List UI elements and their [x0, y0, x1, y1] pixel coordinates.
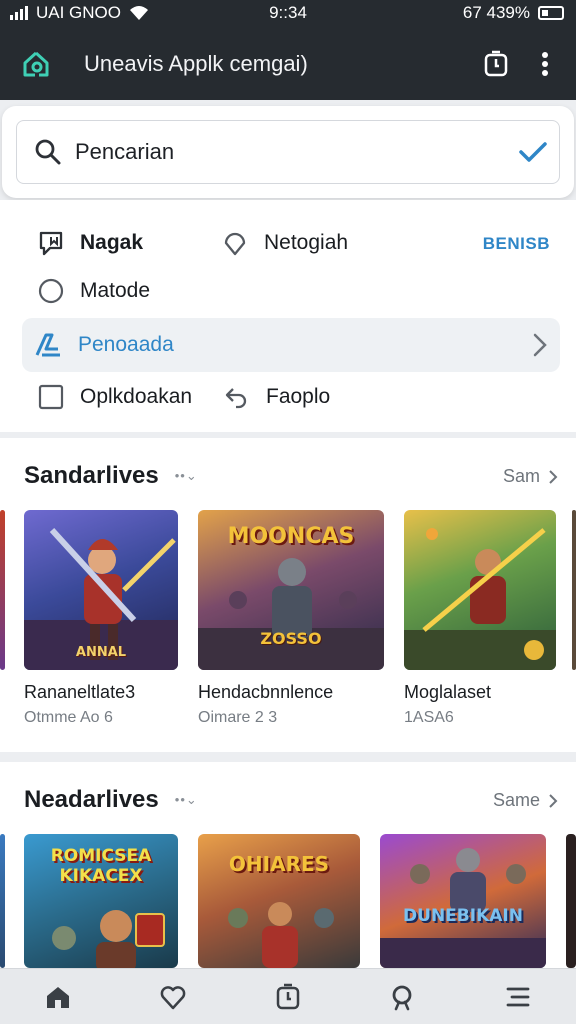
nav-search-icon[interactable] — [373, 972, 433, 1022]
filter-options: Nagak Netogiah BENISB Matode Penoaada Op… — [0, 200, 576, 432]
search-input[interactable] — [75, 139, 507, 165]
game-thumbnail: ROMICSEA KIKACEX — [24, 834, 178, 968]
game-name: Rananeltlate3 — [24, 682, 136, 702]
chevron-right-icon — [549, 793, 558, 808]
game-thumbnail — [404, 510, 556, 670]
game-card[interactable]: MOONCAS ZOSSO Hendacbnnlence Oimare 2 3 — [198, 510, 384, 727]
expand-icon[interactable]: ••⌄ — [175, 468, 198, 484]
checkmark-icon[interactable] — [507, 141, 559, 163]
card-art-subtitle: KIKACEX — [59, 866, 143, 886]
game-meta: Oimare 2 3 — [198, 709, 278, 726]
option-matode[interactable]: Matode — [36, 276, 150, 306]
location-pin-icon — [220, 228, 250, 258]
battery-label: 67 439% — [462, 3, 530, 22]
game-card[interactable]: Moglalaset 1ASA6 — [404, 510, 556, 727]
game-thumbnail: ANNAL — [24, 510, 178, 670]
options-action-link[interactable]: BENISB — [483, 234, 550, 254]
card-art-label: ZOSSO — [260, 629, 322, 648]
game-thumbnail: DUNEBIKAIN — [380, 834, 546, 968]
see-all-link[interactable]: Sam — [503, 466, 558, 487]
section-header: Sandarlives ••⌄ — [24, 462, 198, 490]
home-icon[interactable] — [16, 44, 56, 84]
brand-icon — [34, 330, 64, 360]
section-title: Neadarlives — [24, 786, 159, 813]
card-art-title: OHIARES — [228, 852, 330, 876]
expand-icon[interactable]: ••⌄ — [175, 792, 198, 808]
game-thumbnail: OHIARES — [198, 834, 360, 968]
section-header: Neadarlives ••⌄ — [24, 786, 198, 814]
card-art-label: ANNAL — [75, 645, 127, 660]
option-penoaada[interactable]: Penoaada — [34, 330, 174, 360]
game-card[interactable]: DUNEBIKAIN — [380, 834, 546, 968]
search-card — [2, 106, 574, 198]
nav-menu-icon[interactable] — [488, 972, 548, 1022]
tabs-icon[interactable] — [476, 44, 516, 84]
game-name: Hendacbnnlence — [198, 682, 334, 702]
nav-history-icon[interactable] — [258, 972, 318, 1022]
battery-icon — [538, 6, 564, 20]
chevron-right-icon[interactable] — [532, 332, 548, 363]
option-label: Oplkdoakan — [80, 385, 193, 408]
card-art-title: ROMICSEA — [50, 846, 152, 866]
see-all-label: Same — [492, 790, 540, 810]
game-thumbnail: MOONCAS ZOSSO — [198, 510, 384, 670]
more-options-icon[interactable] — [530, 44, 560, 84]
card-art-title: DUNEBIKAIN — [403, 906, 523, 926]
undo-icon — [222, 382, 252, 412]
option-label: Matode — [80, 279, 151, 302]
address-bar[interactable]: Uneavis Applk cemgai) — [16, 38, 560, 90]
status-bar: UAI GNOO 9::34 67 439% — [0, 0, 576, 26]
option-oplkdoakan[interactable]: Oplkdoakan — [36, 382, 192, 412]
partial-card-left — [0, 510, 5, 670]
card-art-title: MOONCAS — [227, 524, 355, 549]
option-label: Nagak — [80, 231, 144, 254]
search-box[interactable] — [16, 120, 560, 184]
section-sandarlives: Sandarlives ••⌄ Sam ANNAL Rananeltlate3 … — [0, 438, 576, 752]
game-meta: 1ASA6 — [404, 709, 454, 726]
game-card[interactable]: OHIARES — [198, 834, 360, 968]
option-nagak[interactable]: Nagak — [36, 228, 143, 258]
page-title: Uneavis Applk cemgai) — [84, 51, 308, 76]
game-meta: Otmme Ao 6 — [24, 709, 113, 726]
partial-card-right — [572, 510, 576, 670]
checkbox-icon — [36, 382, 66, 412]
section-title: Sandarlives — [24, 462, 159, 489]
partial-card-left — [0, 834, 5, 968]
bookmark-icon — [36, 228, 66, 258]
section-neadarlives: Neadarlives ••⌄ Same ROMICSEA KIKACEX OH… — [0, 762, 576, 968]
search-icon — [21, 138, 75, 166]
option-label: Penoaada — [78, 333, 174, 356]
radio-icon — [36, 276, 66, 306]
option-label: Netogiah — [264, 231, 349, 254]
top-app-bar: UAI GNOO 9::34 67 439% Uneavis Applk cem… — [0, 0, 576, 100]
game-card[interactable]: ROMICSEA KIKACEX — [24, 834, 178, 968]
option-netogiah[interactable]: Netogiah — [220, 228, 348, 258]
option-label: Faoplo — [266, 385, 331, 408]
nav-home-icon[interactable] — [28, 972, 88, 1022]
game-name: Moglalaset — [404, 682, 492, 702]
partial-card-right — [566, 834, 576, 968]
game-card[interactable]: ANNAL Rananeltlate3 Otmme Ao 6 — [24, 510, 178, 727]
see-all-label: Sam — [502, 466, 540, 486]
bottom-navigation — [0, 968, 576, 1024]
nav-favorites-icon[interactable] — [143, 972, 203, 1022]
option-faoplo[interactable]: Faoplo — [222, 382, 330, 412]
see-all-link[interactable]: Same — [493, 790, 558, 811]
chevron-right-icon — [549, 469, 558, 484]
